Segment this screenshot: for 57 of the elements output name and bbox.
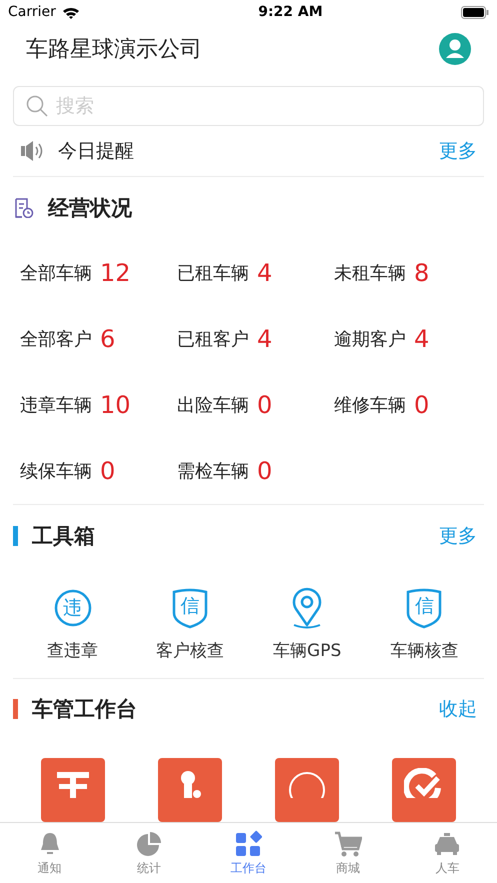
wifi-icon [62,6,80,18]
battery-icon [460,6,489,18]
more-link[interactable]: 更多 [439,138,477,164]
stat-label: 全部客户 [20,328,92,352]
stat-value: 0 [257,391,272,420]
tab-bar-item[interactable]: 统计 [99,823,199,883]
stat-value: 8 [414,259,430,288]
cart-icon [334,830,362,858]
tab-bar-item[interactable]: 商城 [298,823,398,883]
tab-bar-item[interactable]: 人车 [398,823,497,883]
stat-value: 12 [100,259,131,288]
tool-label[interactable]: 车辆核查 [390,638,458,662]
clock-time: 9:22 AM [258,4,323,20]
shield-icon: 信 [404,586,444,629]
speaker-icon [20,138,44,163]
tab-bar-item[interactable]: 通知 [0,823,100,883]
tool-label[interactable]: 车辆GPS [273,638,342,662]
workbench-tile[interactable] [40,758,105,822]
stat-value: 0 [414,391,430,420]
section-title: 工具箱 [32,522,95,550]
tab-bar-item[interactable]: 工作台 [198,823,298,883]
tool-label[interactable]: 客户核查 [156,638,224,662]
reminder-label: 今日提醒 [58,138,134,164]
search-icon [26,94,48,117]
stat-value: 4 [414,325,430,354]
stat-label: 逾期客户 [334,328,406,352]
stat-label: 已租车辆 [177,262,249,286]
stat-label: 出险车辆 [177,394,249,418]
workbench-tile[interactable] [158,758,222,822]
section-title: 车管工作台 [32,696,137,724]
stat-label: 需检车辆 [177,460,249,484]
accent-bar [13,526,18,546]
avatar-icon[interactable] [439,32,471,65]
stat-label: 已租客户 [177,328,249,352]
apps-icon [234,830,262,858]
stat-value: 0 [257,457,272,486]
stat-label: 违章车辆 [20,394,92,418]
stat-value: 0 [100,457,116,486]
pie-chart-icon [135,830,164,858]
section-title: 经营状况 [48,195,132,222]
workbench-tile[interactable] [275,758,340,822]
stat-label: 续保车辆 [20,460,92,484]
stat-label: 维修车辆 [334,394,406,418]
stat-value: 4 [257,259,272,288]
stat-label: 全部车辆 [20,262,92,286]
tool-label[interactable]: 查违章 [47,638,98,662]
more-link[interactable]: 更多 [439,522,477,549]
stat-label: 未租车辆 [334,262,406,286]
collapse-link[interactable]: 收起 [439,696,477,722]
stat-value: 10 [100,391,131,420]
stat-value: 4 [257,325,272,354]
carrier-label: Carrier [8,4,56,20]
workbench-tile[interactable] [392,758,456,822]
accent-bar [13,699,18,720]
company-title: 车路星球演示公司 [26,36,202,64]
stat-value: 6 [100,325,116,354]
report-icon [14,198,34,218]
